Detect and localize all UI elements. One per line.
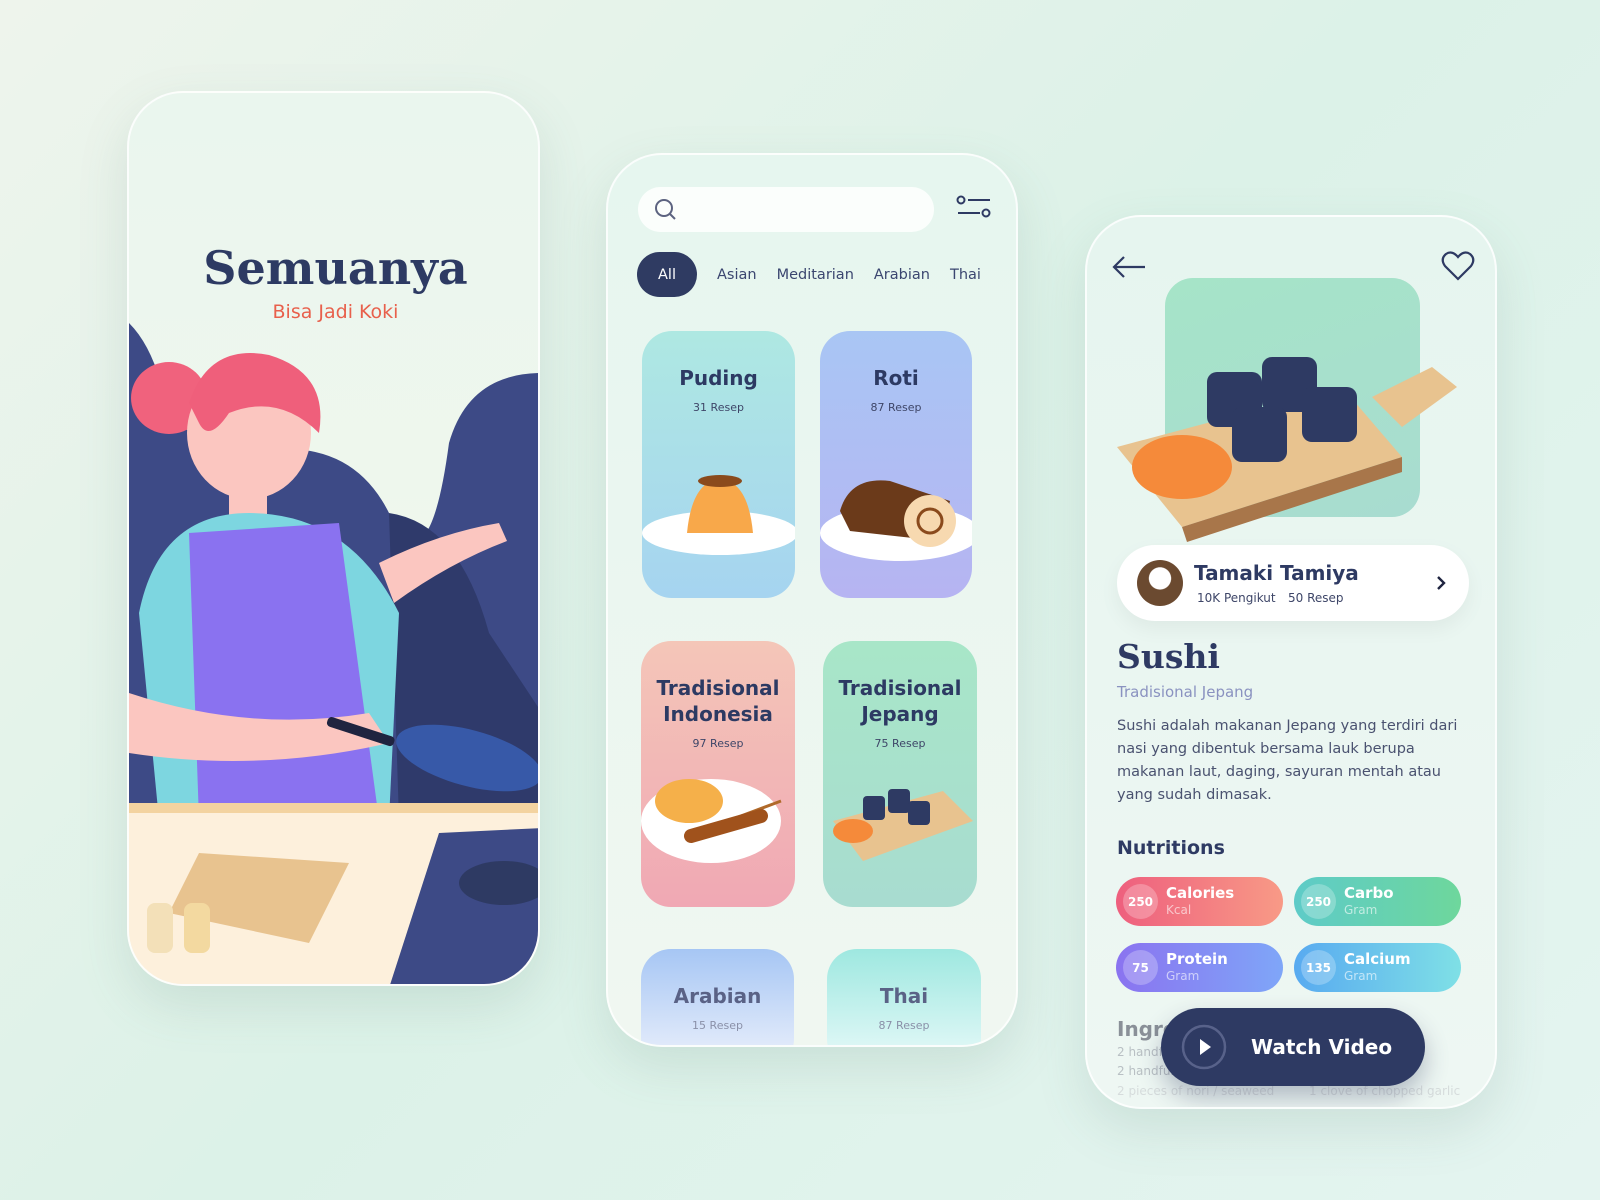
category-card-puding[interactable]: Puding 31 Resep [642, 331, 795, 598]
category-card-tradisional-jepang[interactable]: Tradisional Jepang 75 Resep [823, 641, 977, 907]
nutrition-value: 75 [1123, 950, 1158, 985]
search-icon [655, 199, 676, 220]
card-title: Arabian [673, 984, 762, 1008]
chef-name: Tamaki Tamiya [1194, 561, 1359, 585]
card-count: 97 Resep [692, 737, 744, 750]
card-count: 87 Resep [870, 401, 922, 414]
roll-cake-illustration [820, 480, 972, 561]
nutrition-unit: Gram [1344, 969, 1378, 983]
browse-screen: All Asian Meditarian Arabian Thai Puding… [606, 153, 1018, 1047]
recipe-detail-screen: Tamaki Tamiya 10K Pengikut 50 Resep Sush… [1085, 215, 1497, 1109]
chef-card[interactable]: Tamaki Tamiya 10K Pengikut 50 Resep [1117, 545, 1469, 621]
tab-asian[interactable]: Asian [717, 267, 757, 283]
category-card-roti[interactable]: Roti 87 Resep [820, 331, 972, 598]
watch-video-label: Watch Video [1251, 1035, 1393, 1059]
heart-icon[interactable] [1441, 250, 1475, 282]
ingredient-item: 1 clove of chopped garlic [1309, 1084, 1461, 1098]
nutrition-label: Calories [1166, 884, 1235, 902]
category-card-thai[interactable]: Thai 87 Resep [827, 949, 981, 1045]
nutrition-label: Calcium [1344, 950, 1411, 968]
watch-video-button[interactable]: Watch Video [1161, 1008, 1425, 1086]
tab-meditarian[interactable]: Meditarian [777, 267, 854, 283]
recipe-title: Sushi [1117, 637, 1220, 676]
card-title: Tradisional Indonesia [656, 676, 780, 726]
sushi-board-illustration [1117, 357, 1457, 542]
nutrition-unit: Kcal [1166, 903, 1192, 917]
nutrition-calcium: 135 Calcium Gram [1294, 943, 1461, 992]
nutrition-label: Carbo [1344, 884, 1394, 902]
card-count: 87 Resep [878, 1019, 930, 1032]
nutritions-heading: Nutritions [1117, 837, 1225, 859]
nutrition-calories: 250 Calories Kcal [1116, 877, 1283, 926]
nutrition-protein: 75 Protein Gram [1116, 943, 1283, 992]
category-tabs: All Asian Meditarian Arabian Thai [637, 252, 981, 297]
nutrition-value: 250 [1301, 884, 1336, 919]
card-title: Thai [879, 984, 929, 1008]
card-title: Puding [679, 366, 758, 390]
category-card-tradisional-indonesia[interactable]: Tradisional Indonesia 97 Resep [641, 641, 795, 907]
card-count: 15 Resep [692, 1019, 743, 1032]
category-card-arabian[interactable]: Arabian 15 Resep [641, 949, 794, 1045]
ingredient-item: 2 pieces of nori / seaweed [1117, 1084, 1275, 1098]
recipe-description: Sushi adalah makanan Jepang yang terdiri… [1117, 718, 1458, 803]
chef-followers: 10K Pengikut [1197, 591, 1276, 605]
tab-all[interactable]: All [637, 252, 697, 297]
nutrition-unit: Gram [1344, 903, 1378, 917]
cooking-illustration [129, 323, 538, 984]
splash-title: Semuanya [203, 241, 468, 295]
satay-illustration [641, 779, 782, 863]
card-count: 31 Resep [693, 401, 744, 414]
tab-arabian[interactable]: Arabian [874, 267, 930, 283]
tab-thai[interactable]: Thai [950, 267, 981, 283]
splash-subtitle: Bisa Jadi Koki [272, 301, 399, 323]
nutrition-value: 135 [1301, 950, 1336, 985]
pudding-illustration [642, 475, 795, 555]
chef-avatar [1137, 560, 1183, 606]
back-arrow-icon[interactable] [1111, 255, 1147, 279]
nutrition-carbo: 250 Carbo Gram [1294, 877, 1461, 926]
chevron-right-icon [1437, 576, 1446, 590]
chef-recipes: 50 Resep [1288, 591, 1344, 605]
splash-screen: Semuanya Bisa Jadi Koki [127, 91, 540, 986]
card-title: Tradisional Jepang [838, 676, 962, 726]
nutrition-label: Protein [1166, 950, 1228, 968]
sushi-illustration [833, 789, 973, 861]
play-icon [1181, 1024, 1227, 1070]
nutrition-value: 250 [1123, 884, 1158, 919]
search-input[interactable] [638, 187, 934, 232]
card-count: 75 Resep [874, 737, 926, 750]
card-title: Roti [873, 366, 919, 390]
sliders-icon[interactable] [956, 195, 992, 223]
recipe-subtitle: Tradisional Jepang [1117, 683, 1254, 701]
nutrition-unit: Gram [1166, 969, 1200, 983]
